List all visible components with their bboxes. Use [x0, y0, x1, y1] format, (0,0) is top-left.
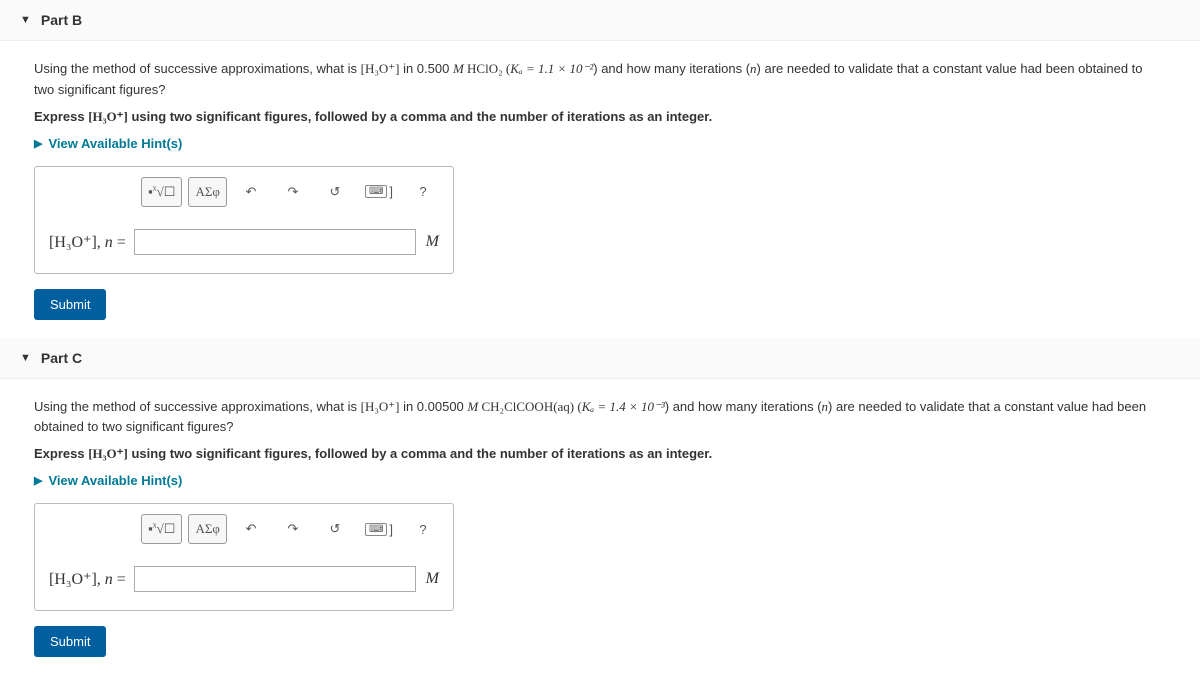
part-c-answer-box: ▪x√☐ ΑΣφ ↶ ↷ ↺ ⌨] ? [34, 503, 454, 611]
greek-icon: ΑΣφ [195, 521, 219, 537]
undo-icon: ↶ [245, 521, 256, 537]
answer-unit: M [426, 233, 439, 251]
part-c-instruction: Express [H₃O⁺] using two significant fig… [34, 446, 1166, 462]
caret-down-icon: ▼ [20, 352, 31, 364]
part-c-title: Part C [41, 350, 82, 366]
part-b-title: Part B [41, 12, 82, 28]
part-b-submit-button[interactable]: Submit [34, 289, 106, 320]
greek-button[interactable]: ΑΣφ [188, 514, 226, 544]
caret-right-icon: ▶ [34, 137, 42, 150]
templates-icon: ▪x√☐ [148, 521, 175, 537]
part-b-answer-box: ▪x√☐ ΑΣφ ↶ ↷ ↺ ⌨] ? [34, 166, 454, 274]
part-c-header[interactable]: ▼ Part C [0, 338, 1200, 379]
help-icon: ? [419, 522, 426, 537]
part-b-section: ▼ Part B Using the method of successive … [0, 0, 1200, 338]
reset-button[interactable]: ↺ [317, 514, 353, 544]
keyboard-button[interactable]: ⌨] [359, 177, 399, 207]
part-b-answer-input[interactable] [134, 229, 416, 255]
redo-icon: ↷ [287, 184, 298, 200]
part-b-body: Using the method of successive approxima… [0, 41, 1200, 338]
part-b-toolbar: ▪x√☐ ΑΣφ ↶ ↷ ↺ ⌨] ? [35, 167, 453, 217]
part-b-question: Using the method of successive approxima… [34, 59, 1166, 101]
part-b-answer-row: [H₃O⁺], n = M [35, 217, 453, 273]
reset-icon: ↺ [329, 521, 340, 537]
part-c-submit-button[interactable]: Submit [34, 626, 106, 657]
greek-button[interactable]: ΑΣφ [188, 177, 226, 207]
help-icon: ? [419, 184, 426, 199]
part-c-toolbar: ▪x√☐ ΑΣφ ↶ ↷ ↺ ⌨] ? [35, 504, 453, 554]
redo-button[interactable]: ↷ [275, 514, 311, 544]
templates-button[interactable]: ▪x√☐ [141, 177, 182, 207]
templates-icon: ▪x√☐ [148, 184, 175, 200]
part-c-hints-toggle[interactable]: ▶ View Available Hint(s) [34, 473, 182, 488]
caret-right-icon: ▶ [34, 474, 42, 487]
part-c-answer-row: [H₃O⁺], n = M [35, 554, 453, 610]
part-b-header[interactable]: ▼ Part B [0, 0, 1200, 41]
undo-icon: ↶ [245, 184, 256, 200]
undo-button[interactable]: ↶ [233, 514, 269, 544]
answer-label: [H₃O⁺], n = [49, 569, 126, 589]
help-button[interactable]: ? [405, 514, 441, 544]
hints-label: View Available Hint(s) [48, 473, 182, 488]
keyboard-button[interactable]: ⌨] [359, 514, 399, 544]
greek-icon: ΑΣφ [195, 184, 219, 200]
caret-down-icon: ▼ [20, 14, 31, 26]
redo-icon: ↷ [287, 521, 298, 537]
part-c-body: Using the method of successive approxima… [0, 379, 1200, 675]
part-b-instruction: Express [H₃O⁺] using two significant fig… [34, 109, 1166, 125]
answer-unit: M [426, 570, 439, 588]
part-b-hints-toggle[interactable]: ▶ View Available Hint(s) [34, 136, 182, 151]
answer-label: [H₃O⁺], n = [49, 232, 126, 252]
redo-button[interactable]: ↷ [275, 177, 311, 207]
reset-button[interactable]: ↺ [317, 177, 353, 207]
part-c-answer-input[interactable] [134, 566, 416, 592]
keyboard-icon: ⌨ [365, 185, 387, 198]
reset-icon: ↺ [329, 184, 340, 200]
templates-button[interactable]: ▪x√☐ [141, 514, 182, 544]
part-c-section: ▼ Part C Using the method of successive … [0, 338, 1200, 675]
keyboard-icon: ⌨ [365, 523, 387, 536]
hints-label: View Available Hint(s) [48, 136, 182, 151]
undo-button[interactable]: ↶ [233, 177, 269, 207]
part-c-question: Using the method of successive approxima… [34, 397, 1166, 439]
help-button[interactable]: ? [405, 177, 441, 207]
